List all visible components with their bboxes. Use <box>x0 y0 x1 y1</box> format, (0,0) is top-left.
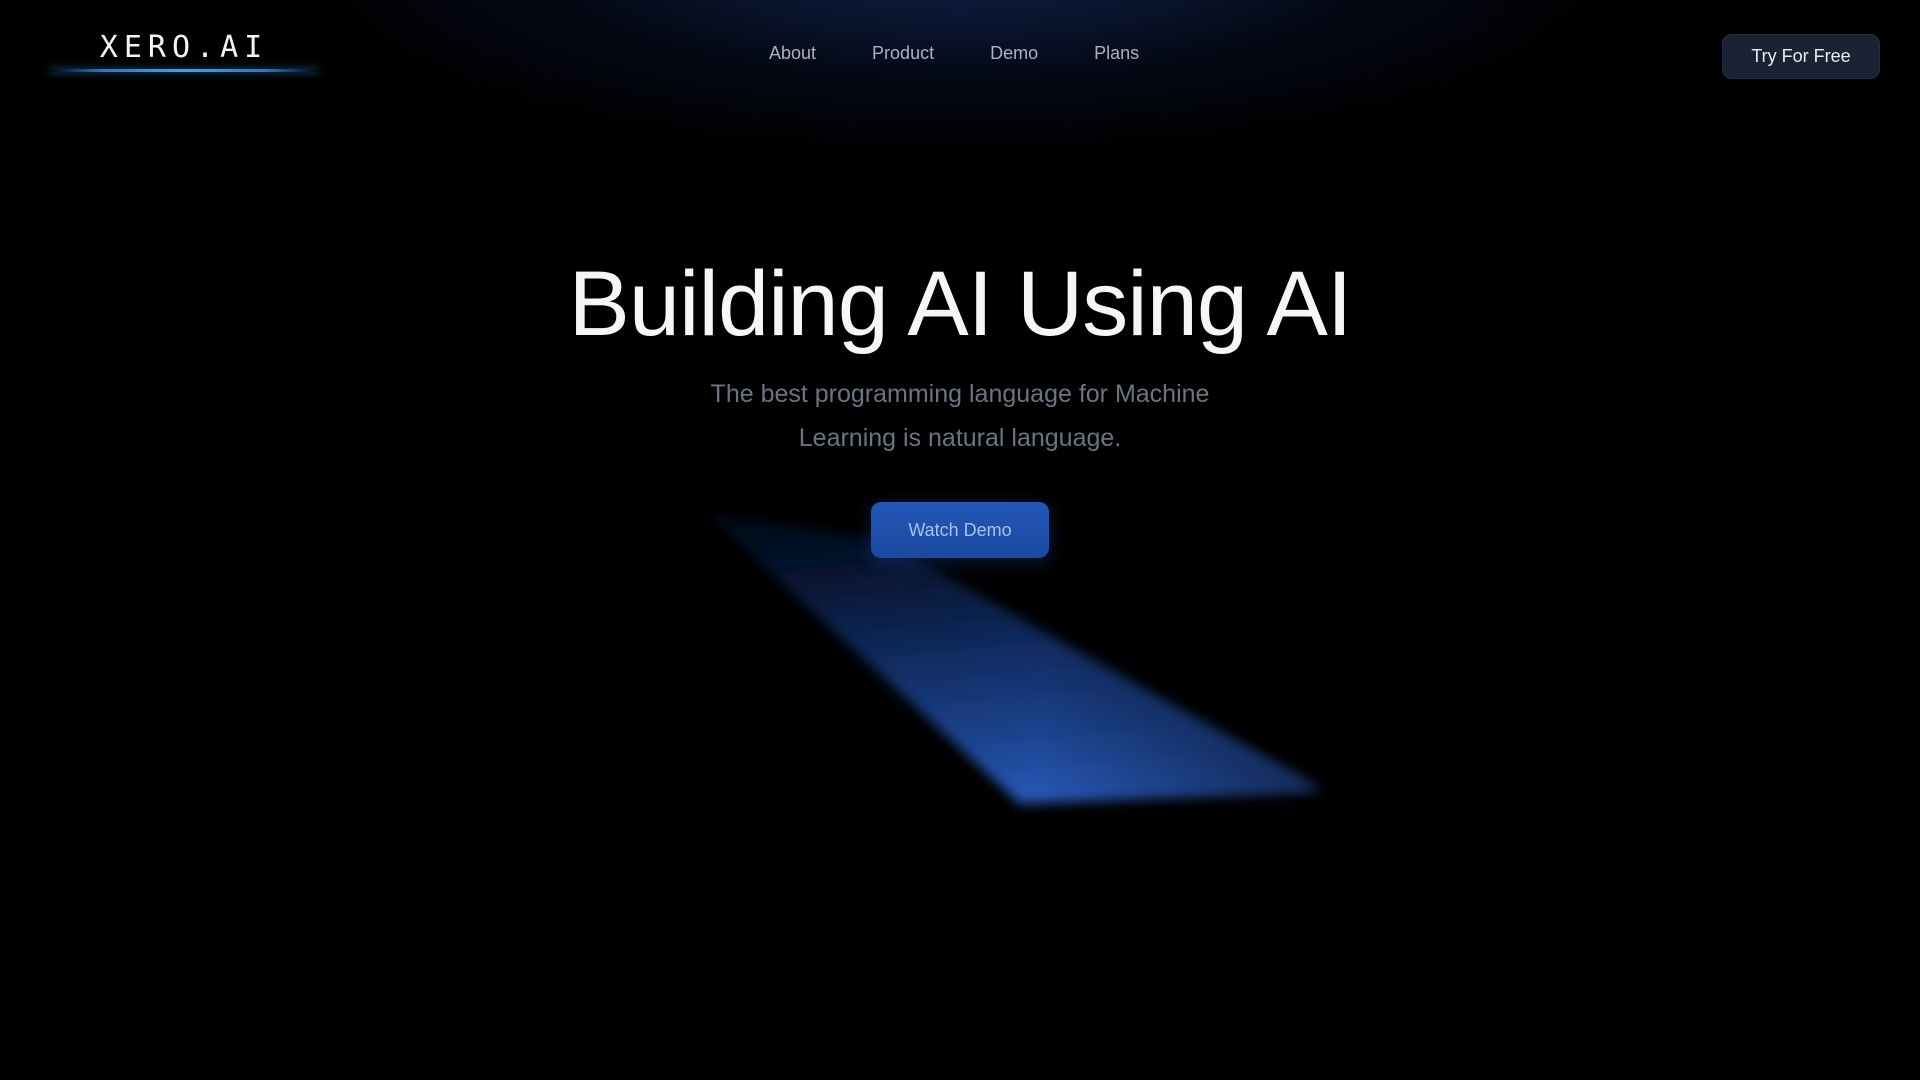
try-for-free-button[interactable]: Try For Free <box>1722 34 1880 79</box>
nav-item-about[interactable]: About <box>769 43 816 64</box>
nav-item-plans[interactable]: Plans <box>1094 43 1139 64</box>
logo-glow-underline <box>48 69 320 72</box>
nav-item-product[interactable]: Product <box>872 43 934 64</box>
nav-item-demo[interactable]: Demo <box>990 43 1038 64</box>
hero-title: Building AI Using AI <box>568 253 1353 355</box>
landing-page: XERO.AI About Product Demo Plans Try For… <box>0 0 1920 1080</box>
logo[interactable]: XERO.AI <box>48 30 320 78</box>
logo-text: XERO.AI <box>99 30 269 65</box>
watch-demo-button[interactable]: Watch Demo <box>871 502 1049 558</box>
hero-subtitle: The best programming language for Machin… <box>660 372 1260 460</box>
hero-subtitle-line-2: Learning is natural language. <box>798 424 1122 452</box>
site-header: XERO.AI About Product Demo Plans Try For… <box>0 0 1920 110</box>
hero-subtitle-line-1: The best programming language for Machin… <box>710 380 1210 408</box>
